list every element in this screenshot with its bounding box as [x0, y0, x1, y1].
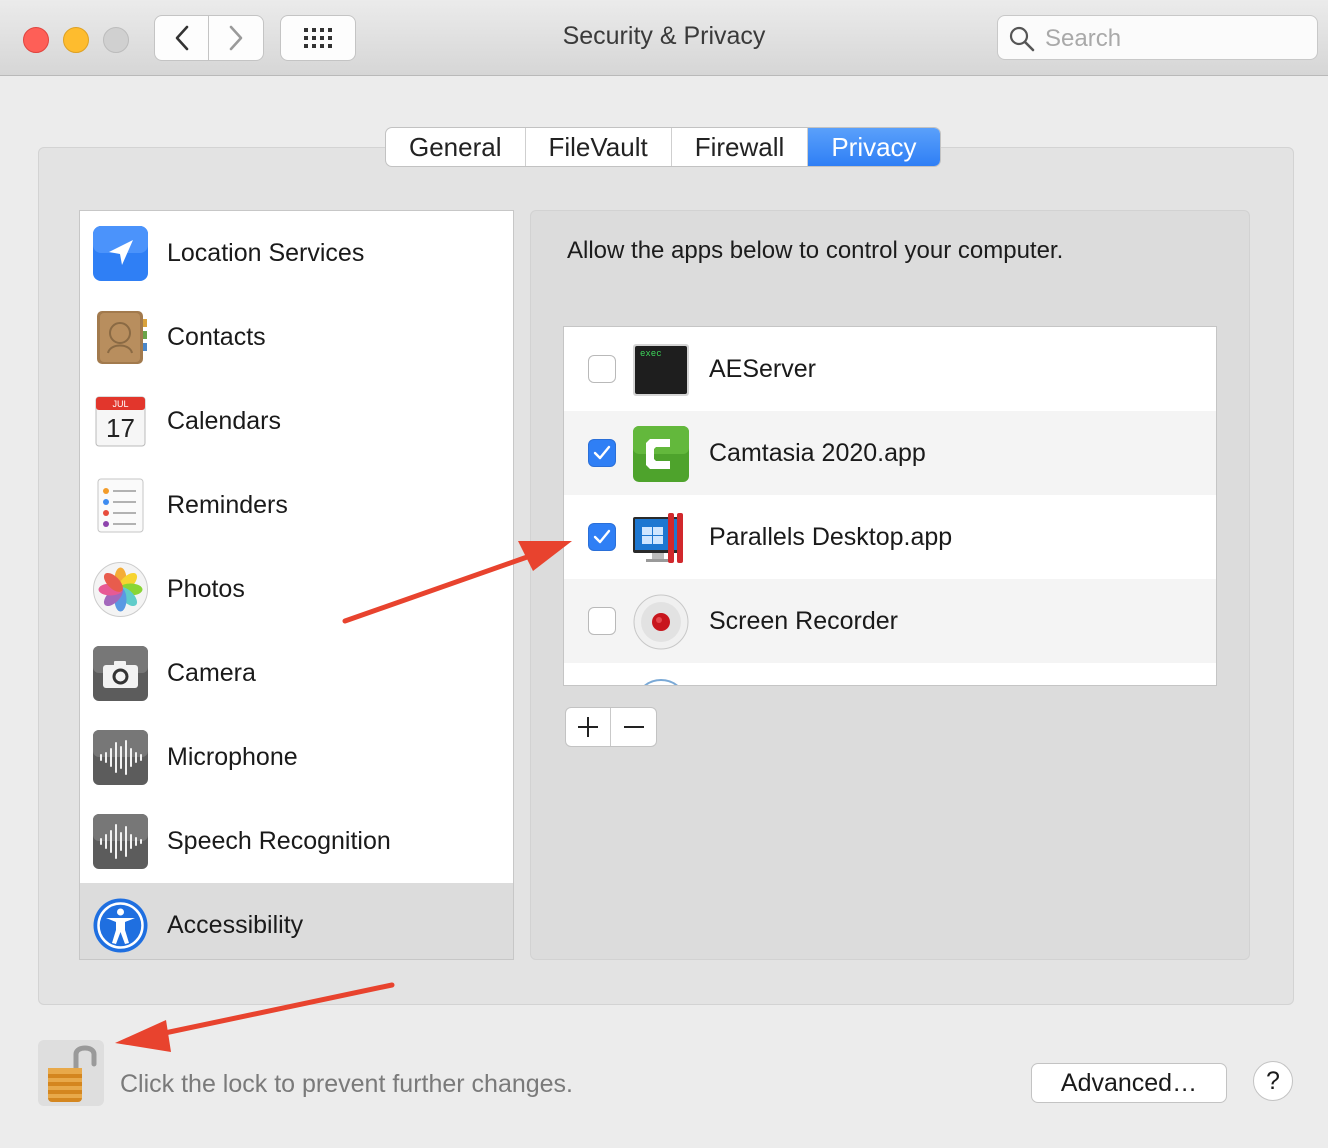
add-remove-control: [565, 707, 657, 747]
svg-text:17: 17: [106, 413, 135, 443]
tab-bar: General FileVault Firewall Privacy: [385, 127, 941, 167]
title-bar: Security & Privacy Search: [0, 0, 1328, 76]
sidebar-item-accessibility[interactable]: Accessibility: [80, 883, 513, 959]
search-placeholder: Search: [1045, 25, 1122, 52]
lock-status-text: Click the lock to prevent further change…: [120, 1070, 574, 1098]
sidebar-item-microphone[interactable]: Microphone: [80, 715, 513, 799]
tab-firewall[interactable]: Firewall: [672, 128, 809, 166]
sidebar-item-label: Accessibility: [167, 910, 304, 939]
sidebar-item-speech-recognition[interactable]: Speech Recognition: [80, 799, 513, 883]
tab-filevault[interactable]: FileVault: [526, 128, 672, 166]
remove-app-button[interactable]: [611, 708, 656, 746]
privacy-category-list: Location Services Contacts JUL 17 Calend…: [79, 210, 514, 960]
sidebar-item-location-services[interactable]: Location Services: [80, 211, 513, 295]
sidebar-item-label: Reminders: [167, 490, 288, 519]
parallels-icon: [633, 513, 683, 563]
app-list: exec AEServer Camtasia 2020.app Parallel…: [563, 326, 1217, 686]
checkmark-icon: [593, 445, 611, 460]
unlocked-padlock-icon: [48, 1045, 97, 1102]
photos-flower-icon: [93, 561, 148, 617]
app-row-screen-recorder[interactable]: Screen Recorder: [564, 579, 1216, 663]
speech-waveform-icon: [93, 813, 148, 869]
terminal-exec-icon: exec: [633, 344, 689, 396]
screen-recorder-icon: [633, 594, 689, 650]
sidebar-item-label: Microphone: [167, 742, 298, 771]
help-button[interactable]: ?: [1253, 1061, 1293, 1101]
sidebar-item-label: Calendars: [167, 406, 281, 435]
sidebar-item-label: Speech Recognition: [167, 826, 391, 855]
add-app-button[interactable]: [566, 708, 612, 746]
advanced-button[interactable]: Advanced…: [1031, 1063, 1227, 1103]
accessibility-icon: [93, 898, 148, 952]
app-row-partial: [564, 663, 1216, 685]
app-row-parallels[interactable]: Parallels Desktop.app: [564, 495, 1216, 579]
sidebar-item-photos[interactable]: Photos: [80, 547, 513, 631]
sidebar-item-reminders[interactable]: Reminders: [80, 463, 513, 547]
tab-general[interactable]: General: [386, 128, 526, 166]
sidebar-item-label: Location Services: [167, 238, 365, 267]
sidebar-item-calendars[interactable]: JUL 17 Calendars: [80, 379, 513, 463]
checkmark-icon: [593, 529, 611, 544]
calendar-icon: JUL 17: [95, 396, 146, 446]
tab-privacy[interactable]: Privacy: [808, 128, 940, 166]
camera-icon: [93, 645, 148, 701]
minus-icon: [623, 726, 644, 728]
pane-description: Allow the apps below to control your com…: [567, 237, 1064, 264]
sidebar-item-contacts[interactable]: Contacts: [80, 295, 513, 379]
camtasia-icon: [633, 426, 689, 482]
app-name: AEServer: [709, 355, 816, 383]
search-field[interactable]: Search: [997, 15, 1318, 60]
sidebar-item-label: Photos: [167, 574, 245, 603]
app-name: Screen Recorder: [709, 607, 898, 635]
sidebar-item-label: Contacts: [167, 322, 266, 351]
search-icon: [1009, 26, 1035, 52]
reminders-list-icon: [97, 478, 144, 532]
app-row-camtasia[interactable]: Camtasia 2020.app: [564, 411, 1216, 495]
app-name: Parallels Desktop.app: [709, 523, 953, 551]
app-checkbox[interactable]: [588, 439, 616, 467]
app-name: Camtasia 2020.app: [709, 439, 926, 467]
lock-button[interactable]: [38, 1040, 104, 1106]
microphone-waveform-icon: [93, 729, 148, 785]
app-checkbox[interactable]: [588, 355, 616, 383]
location-arrow-icon: [93, 225, 148, 281]
app-row-aeserver[interactable]: exec AEServer: [564, 327, 1216, 411]
svg-text:exec: exec: [640, 349, 662, 359]
plus-icon: [578, 717, 598, 737]
sidebar-item-label: Camera: [167, 658, 256, 687]
sidebar-item-camera[interactable]: Camera: [80, 631, 513, 715]
app-icon-partial: [644, 679, 678, 685]
svg-text:JUL: JUL: [112, 399, 128, 409]
app-checkbox[interactable]: [588, 523, 616, 551]
contacts-book-icon: [97, 310, 147, 364]
app-checkbox[interactable]: [588, 607, 616, 635]
